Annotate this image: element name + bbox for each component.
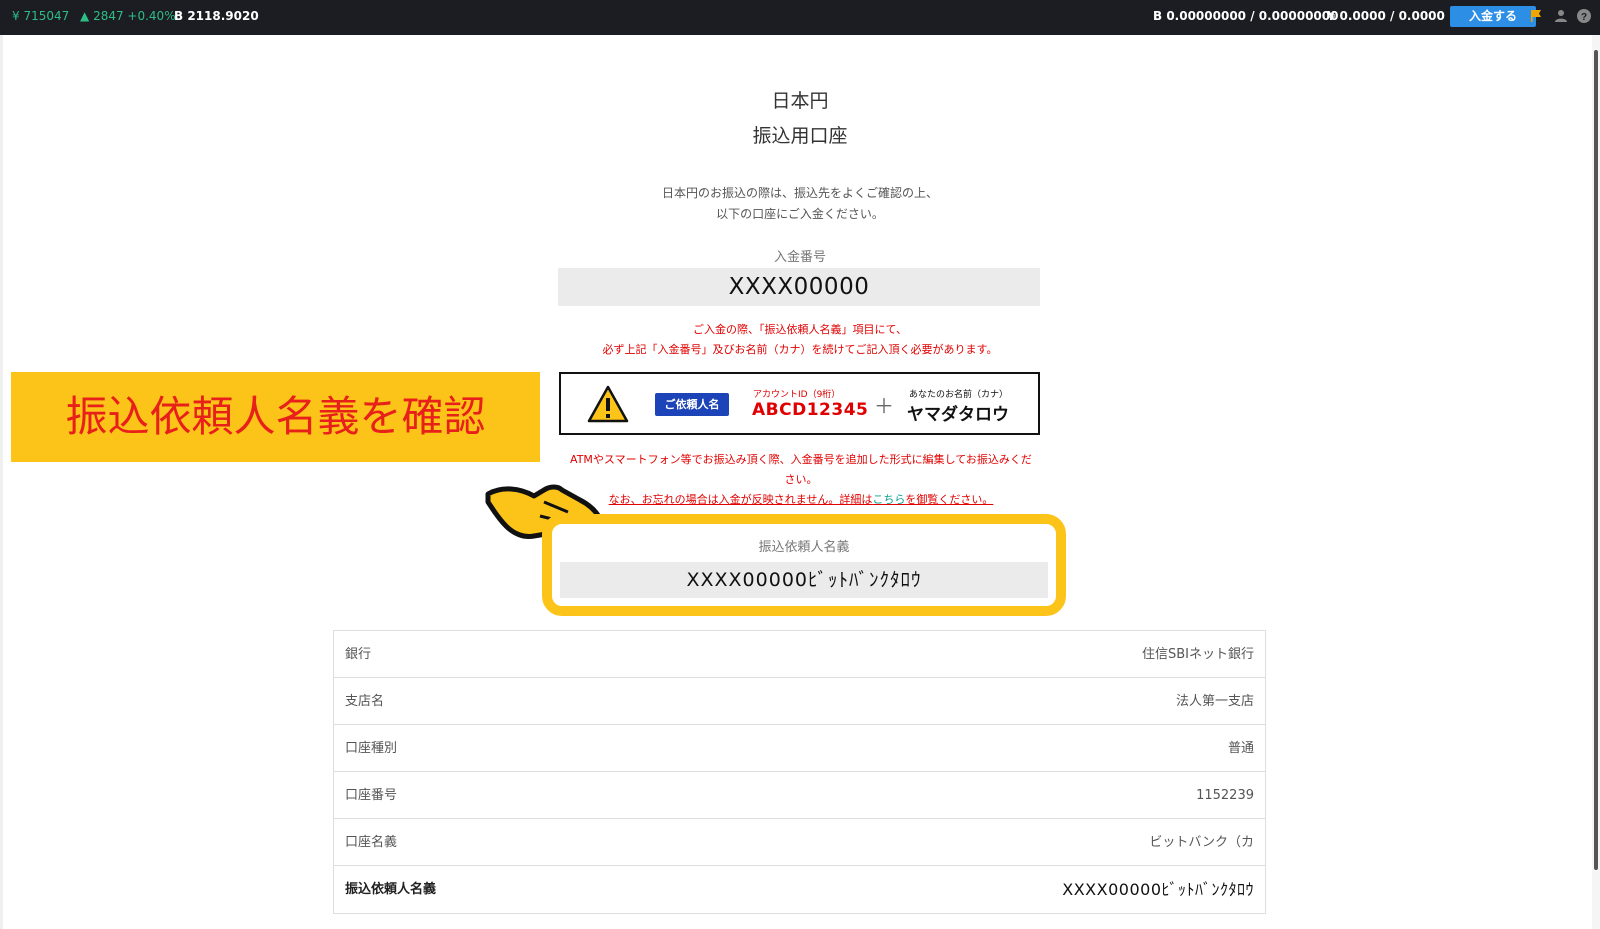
jpy-rate: ¥ 715047	[12, 9, 70, 23]
plus-sign: ＋	[874, 394, 894, 418]
details-link[interactable]: こちら	[872, 493, 905, 506]
payer-name-value: XXXX00000ﾋﾞｯﾄﾊﾞﾝｸﾀﾛｳ	[560, 562, 1048, 598]
warning-icon	[587, 385, 629, 423]
help-icon[interactable]: ?	[1576, 8, 1592, 24]
payer-name-highlight: 振込依頼人名義 XXXX00000ﾋﾞｯﾄﾊﾞﾝｸﾀﾛｳ	[542, 514, 1066, 616]
kana-name-label: あなたのお名前（カナ）	[909, 390, 1009, 400]
account-id-label: アカウントID（9桁）	[753, 390, 841, 400]
currency-title: 日本円	[771, 90, 829, 112]
kana-name-value: ヤマダタロウ	[907, 405, 1009, 425]
jpy-balance: ¥ 0.0000 / 0.0000	[1327, 9, 1445, 23]
deposit-number-value: XXXX00000	[558, 268, 1040, 306]
atm-notice: ATMやスマートフォン等でお振込み頂く際、入金番号を追加した形式に編集してお振込…	[570, 453, 1032, 486]
top-bar: ¥ 715047 ▲ 2847 +0.40% B 2118.9020 B 0.0…	[0, 0, 1600, 35]
flag-icon[interactable]	[1528, 8, 1544, 24]
deposit-number-label: 入金番号	[773, 250, 826, 265]
deposit-button[interactable]: 入金する	[1450, 6, 1536, 27]
table-row: 振込依頼人名義 XXXX00000ﾋﾞｯﾄﾊﾞﾝｸﾀﾛｳ	[345, 880, 1254, 899]
user-icon[interactable]	[1553, 8, 1569, 24]
callout-banner: 振込依頼人名義を確認	[11, 372, 540, 462]
payer-name-label: 振込依頼人名義	[758, 540, 850, 555]
btc-rate: B 2118.9020	[174, 9, 259, 23]
btc-balance: B 0.00000000 / 0.00000000	[1153, 9, 1339, 23]
payer-name-example: ご依頼人名 アカウントID（9桁） ABCD12345 ＋ あなたのお名前（カナ…	[559, 372, 1040, 435]
description: 日本円のお振込の際は、振込先をよくご確認の上、 以下の口座にご入金ください。	[661, 186, 938, 221]
table-row: 支店名 法人第一支店	[334, 678, 1265, 725]
requester-name-tag: ご依頼人名	[655, 393, 729, 416]
deposit-notice: ご入金の際、「振込依頼人名義」項目にて、 必ず上記「入金番号」及びお名前（カナ）…	[602, 323, 998, 356]
up-arrow-icon: ▲	[80, 9, 90, 23]
price-change: ▲ 2847 +0.40%	[80, 9, 176, 23]
account-id-value: ABCD12345	[752, 400, 869, 420]
callout-text: 振込依頼人名義を確認	[65, 392, 486, 441]
table-row: 口座名義 ビットバンク（カ	[334, 819, 1265, 866]
details-notice: なお、お忘れの場合は入金が反映されません。詳細はこちらを御覧ください。	[608, 493, 994, 506]
table-row: 口座番号 1152239	[334, 772, 1265, 819]
page-title: 振込用口座	[752, 125, 848, 147]
page-edge	[0, 35, 3, 929]
svg-text:?: ?	[1581, 12, 1587, 23]
bank-account-table: 銀行 住信SBIネット銀行 支店名 法人第一支店 口座種別 普通 口座番号 11…	[333, 630, 1266, 914]
table-row: 口座種別 普通	[334, 725, 1265, 772]
table-row: 銀行 住信SBIネット銀行	[334, 631, 1265, 678]
scrollbar-thumb[interactable]	[1594, 50, 1598, 870]
